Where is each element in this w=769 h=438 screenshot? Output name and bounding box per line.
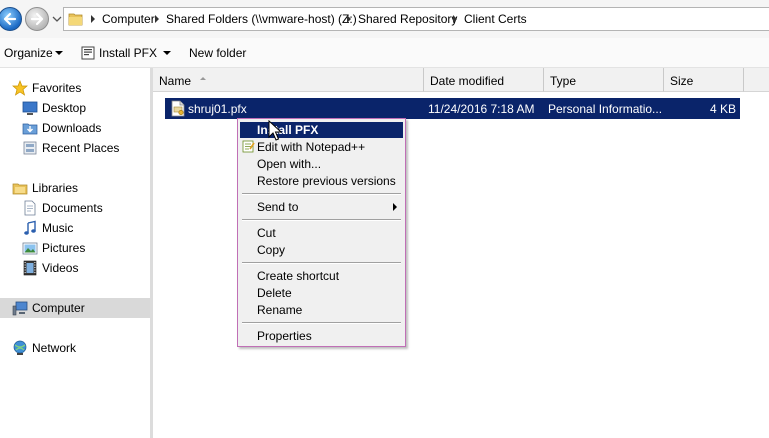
nav-label: Pictures (42, 241, 86, 255)
forward-arrow-icon (30, 12, 44, 26)
star-icon (12, 80, 28, 96)
folder-icon (68, 13, 83, 26)
network-icon (13, 340, 27, 355)
organize-button[interactable]: Organize (4, 46, 53, 60)
menu-separator (242, 193, 401, 195)
menu-item-label: Restore previous versions (257, 174, 396, 188)
menu-item-install-pfx[interactable]: Install PFX (240, 122, 403, 138)
crumb-computer[interactable]: Computer (102, 12, 155, 26)
notepad-plus-plus-icon (242, 140, 255, 153)
nav-label: Music (42, 221, 74, 235)
column-header-label: Date modified (430, 74, 505, 88)
menu-separator (242, 322, 401, 324)
menu-item-copy[interactable]: Copy (240, 242, 403, 258)
nav-label: Favorites (32, 81, 82, 95)
documents-icon (24, 200, 36, 216)
menu-item-label: Send to (257, 200, 299, 214)
menu-item-label: Copy (257, 243, 286, 257)
file-row[interactable]: shruj01.pfx 11/24/2016 7:18 AM Personal … (165, 98, 740, 119)
menu-item-properties[interactable]: Properties (240, 328, 403, 344)
menu-item-label: Edit with Notepad++ (257, 140, 366, 154)
menu-item-open-with[interactable]: Open with... (240, 156, 403, 172)
back-button[interactable] (0, 7, 22, 31)
file-size: 4 KB (709, 102, 736, 116)
column-header-label: Size (670, 74, 694, 88)
column-header-type[interactable]: Type (544, 68, 664, 92)
nav-label: Downloads (42, 121, 102, 135)
nav-label: Network (32, 341, 77, 355)
back-arrow-icon (3, 12, 17, 26)
column-header-label: Name (159, 74, 192, 88)
context-menu: Install PFX Edit with Notepad++ Open wit… (237, 118, 406, 347)
menu-separator (242, 262, 401, 264)
column-header-date-modified[interactable]: Date modified (424, 68, 544, 92)
organize-dropdown-icon[interactable] (55, 51, 63, 55)
crumb-separator-icon[interactable] (91, 15, 95, 23)
file-date: 11/24/2016 7:18 AM (428, 102, 535, 116)
recent-pages-chevron-icon[interactable] (52, 15, 62, 23)
address-box[interactable]: Computer Shared Folders (\\vmware-host) … (63, 7, 769, 31)
file-type: Personal Informatio... (548, 102, 663, 116)
crumb-separator-icon[interactable] (453, 15, 457, 23)
new-folder-button[interactable]: New folder (189, 46, 246, 60)
file-name: shruj01.pfx (188, 102, 247, 116)
navigation-pane: Favorites Desktop Downloads Recent Place… (0, 68, 150, 438)
install-pfx-button[interactable]: Install PFX (99, 46, 157, 60)
computer-icon (12, 301, 28, 316)
install-dropdown-icon[interactable] (163, 51, 171, 55)
menu-item-cut[interactable]: Cut (240, 225, 403, 241)
pictures-icon (22, 242, 38, 255)
menu-item-label: Create shortcut (257, 269, 340, 283)
recent-places-icon (23, 141, 37, 155)
menu-item-send-to[interactable]: Send to (240, 199, 403, 215)
column-header-name[interactable]: Name (153, 68, 424, 92)
menu-item-delete[interactable]: Delete (240, 285, 403, 301)
menu-item-restore-versions[interactable]: Restore previous versions (240, 173, 403, 189)
menu-item-label: Rename (257, 303, 303, 317)
forward-button[interactable] (25, 7, 49, 31)
crumb-shared-repository[interactable]: Shared Repository (358, 12, 457, 26)
menu-item-create-shortcut[interactable]: Create shortcut (240, 268, 403, 284)
menu-separator (242, 219, 401, 221)
downloads-icon (22, 123, 38, 135)
music-icon (24, 220, 36, 235)
nav-label: Desktop (42, 101, 87, 115)
certificate-icon (81, 46, 95, 60)
address-bar: Computer Shared Folders (\\vmware-host) … (0, 0, 769, 38)
desktop-icon (22, 101, 38, 115)
menu-item-label: Open with... (257, 157, 322, 171)
menu-item-label: Install PFX (257, 123, 319, 137)
pfx-file-icon (171, 100, 185, 117)
nav-label: Recent Places (42, 141, 120, 155)
crumb-client-certs[interactable]: Client Certs (464, 12, 527, 26)
column-header-size[interactable]: Size (664, 68, 744, 92)
command-bar: Organize Install PFX New folder (0, 38, 769, 68)
nav-label: Computer (32, 301, 85, 315)
sort-ascending-icon (200, 77, 206, 80)
menu-item-label: Cut (257, 226, 276, 240)
crumb-separator-icon[interactable] (155, 15, 159, 23)
nav-label: Videos (42, 261, 79, 275)
crumb-separator-icon[interactable] (347, 15, 351, 23)
nav-label: Libraries (32, 181, 79, 195)
crumb-shared-folders[interactable]: Shared Folders (\\vmware-host) (Z:) (166, 12, 357, 26)
menu-item-rename[interactable]: Rename (240, 302, 403, 318)
menu-item-label: Delete (257, 286, 292, 300)
menu-item-edit-notepad[interactable]: Edit with Notepad++ (240, 139, 403, 155)
libraries-icon (12, 183, 28, 195)
nav-label: Documents (42, 201, 103, 215)
mouse-cursor-icon (268, 120, 282, 141)
submenu-arrow-icon (393, 203, 397, 211)
column-header-filler (744, 68, 769, 92)
menu-item-label: Properties (257, 329, 312, 343)
column-header-label: Type (550, 74, 577, 88)
videos-icon (23, 260, 37, 276)
